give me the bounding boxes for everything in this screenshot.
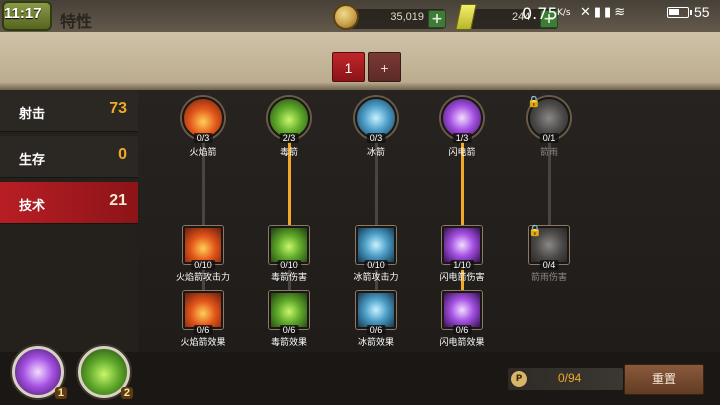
quick-skill-lightning[interactable]: 1 [12, 346, 67, 399]
skill-node-ice-arrow-effect[interactable]: 0/6 冰箭效果 [339, 291, 413, 348]
lock-icon: 🔒 [527, 95, 541, 108]
clock: 11:17 [4, 5, 42, 22]
add-coins-button[interactable]: + [428, 10, 446, 28]
points-icon: P [511, 371, 527, 387]
skill-node-ice-arrow-attack[interactable]: 0/10 冰箭攻击力 [339, 226, 413, 283]
skill-count: 0/6 [452, 325, 472, 335]
reset-button[interactable]: 重置 [624, 364, 704, 395]
sidebar-item-shooting[interactable]: 射击 73 [0, 90, 138, 132]
skill-count: 0/6 [279, 325, 299, 335]
skill-count: 1/3 [452, 133, 472, 143]
quick-skill-badge: 1 [54, 387, 67, 399]
skill-count: 2/3 [279, 133, 299, 143]
net-speed: 0.75 [522, 4, 558, 23]
skill-label: 冰箭效果 [357, 338, 394, 348]
poison-effect-icon [269, 291, 309, 329]
sidebar-item-value: 73 [109, 100, 127, 117]
skill-node-ice-arrow[interactable]: 0/3 冰箭 [343, 97, 409, 158]
skill-node-fire-arrow[interactable]: 0/3 火焰箭 [170, 97, 236, 158]
skill-label: 毒箭 [279, 148, 298, 158]
skill-label: 箭雨伤害 [530, 273, 567, 283]
skill-label: 火焰箭攻击力 [175, 273, 230, 283]
skill-node-fire-arrow-effect[interactable]: 0/6 火焰箭效果 [166, 291, 240, 348]
coin-value: 35,019 [390, 11, 424, 23]
quick-skill-poison[interactable]: 2 [78, 346, 133, 399]
ice-effect-icon [356, 291, 396, 329]
skill-node-lightning-arrow-effect[interactable]: 0/6 闪电箭效果 [425, 291, 499, 348]
sidebar-item-label: 技术 [19, 199, 46, 214]
battery-icon [667, 7, 692, 18]
skill-label: 火焰箭 [189, 148, 217, 158]
page-title: 特性 [60, 12, 93, 31]
battery-level: 55 [694, 4, 710, 20]
sidebar-item-value: 21 [109, 192, 127, 209]
skill-label: 闪电箭 [448, 148, 476, 158]
skill-count: 0/10 [277, 260, 301, 270]
skill-count: 0/3 [193, 133, 213, 143]
skill-count: 0/3 [366, 133, 386, 143]
sidebar-item-technique[interactable]: 技术 21 [0, 182, 138, 224]
fire-effect-icon [183, 291, 223, 329]
coin-icon [333, 4, 359, 30]
skill-node-lightning-arrow-damage[interactable]: 1/10 闪电箭伤害 [425, 226, 499, 283]
skill-node-arrow-rain[interactable]: 🔒 0/1 箭雨 [516, 95, 582, 158]
skill-label: 毒箭效果 [270, 338, 307, 348]
skill-node-arrow-rain-damage[interactable]: 🔒 0/4 箭雨伤害 [512, 224, 586, 283]
skill-node-poison-arrow-damage[interactable]: 0/10 毒箭伤害 [252, 226, 326, 283]
signal-icon: ▮▮ [593, 5, 615, 20]
sidebar-item-label: 生存 [19, 153, 46, 168]
sidebar-item-survival[interactable]: 生存 0 [0, 136, 138, 178]
skill-points-value: 0/94 [558, 371, 582, 385]
skill-node-fire-arrow-attack[interactable]: 0/10 火焰箭攻击力 [166, 226, 240, 283]
skill-count: 0/6 [193, 325, 213, 335]
skill-label: 箭雨 [539, 148, 558, 158]
tab-page-1[interactable]: 1 [332, 52, 365, 82]
skill-label: 闪电箭伤害 [439, 273, 485, 283]
wifi-icon: ≋ [614, 5, 629, 20]
skill-count: 0/1 [539, 133, 559, 143]
skill-count: 0/10 [191, 260, 215, 270]
skill-label: 闪电箭效果 [439, 338, 485, 348]
skill-node-poison-arrow-effect[interactable]: 0/6 毒箭效果 [252, 291, 326, 348]
quick-skill-badge: 2 [120, 387, 133, 399]
poison-damage-icon [269, 226, 309, 264]
skill-count: 0/10 [364, 260, 388, 270]
add-page-button[interactable]: + [368, 52, 401, 82]
skill-label: 冰箭 [366, 148, 385, 158]
sidebar-item-value: 0 [118, 146, 127, 163]
skill-label: 火焰箭效果 [180, 338, 226, 348]
lightning-effect-icon [442, 291, 482, 329]
skill-count: 0/6 [366, 325, 386, 335]
skill-count: 0/4 [539, 260, 559, 270]
skill-node-poison-arrow[interactable]: 2/3 毒箭 [256, 97, 322, 158]
lock-icon: 🔒 [528, 224, 542, 237]
lightning-damage-icon [442, 226, 482, 264]
skill-label: 冰箭攻击力 [353, 273, 399, 283]
net-unit: K/s [557, 8, 571, 18]
sidebar-item-label: 射击 [19, 107, 46, 122]
skill-label: 毒箭伤害 [270, 273, 307, 283]
arrow-rain-damage-icon: 🔒 [528, 224, 569, 264]
ice-attack-icon [356, 226, 396, 264]
skill-count: 1/10 [450, 260, 474, 270]
mute-icon: ✕ [580, 5, 594, 20]
fire-attack-icon [183, 226, 223, 264]
skill-node-lightning-arrow[interactable]: 1/3 闪电箭 [429, 97, 495, 158]
